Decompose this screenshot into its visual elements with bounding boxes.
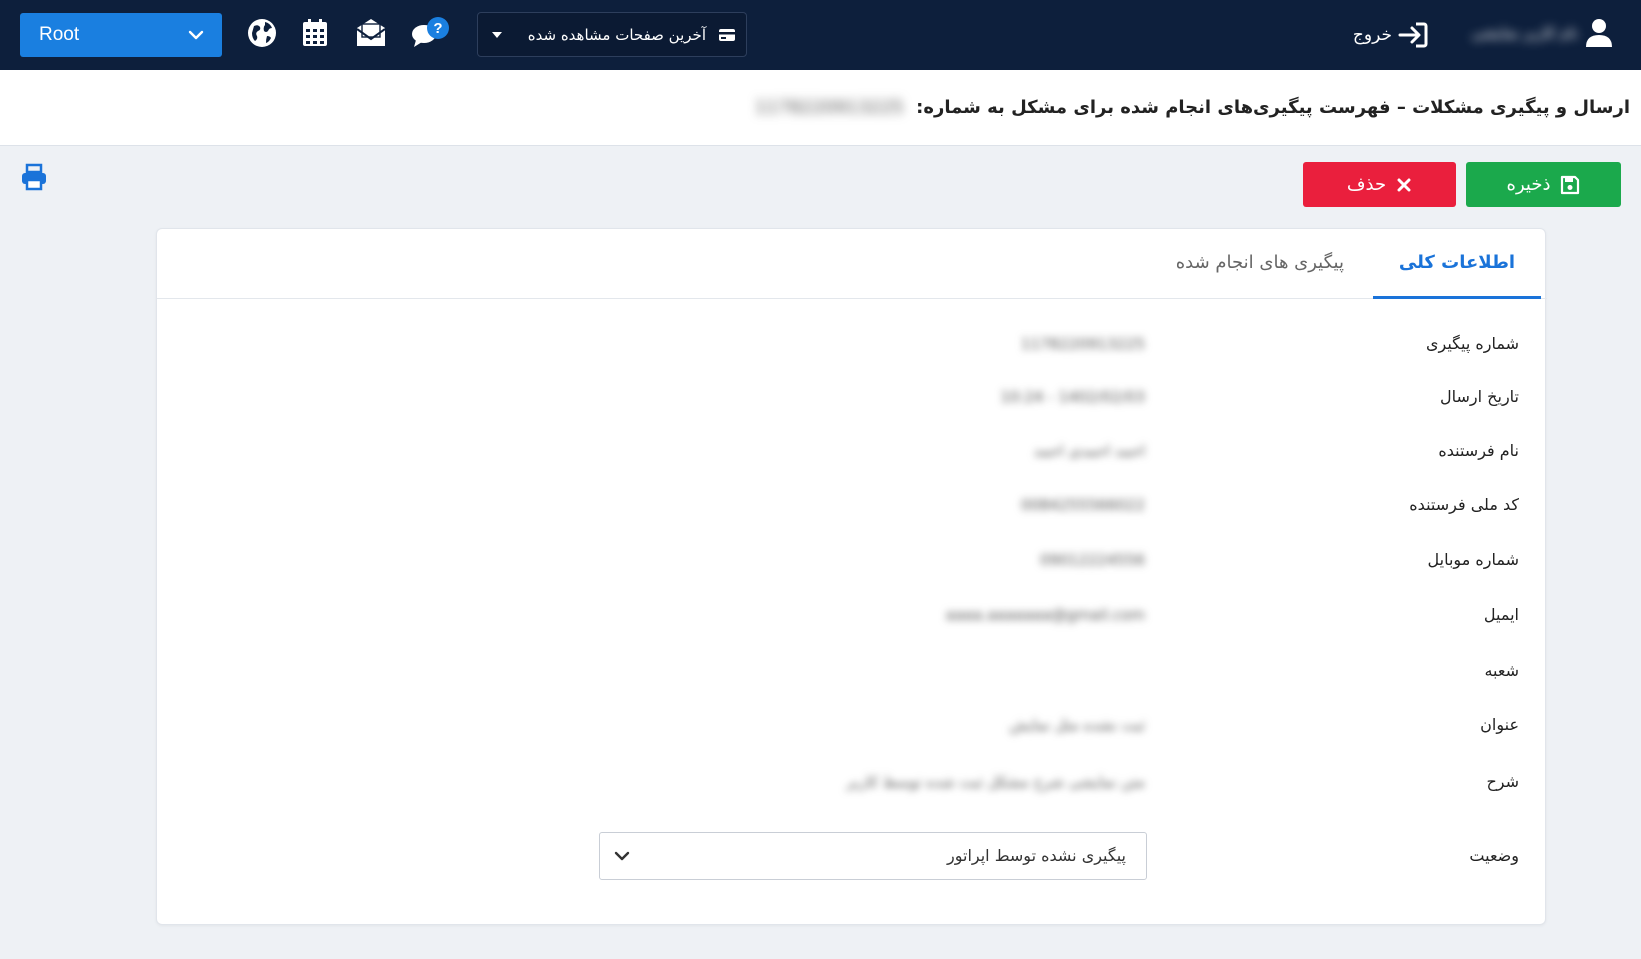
print-icon[interactable] bbox=[20, 163, 48, 191]
field-value: احمد احمدی احمد bbox=[1033, 442, 1145, 460]
field-value: متن نمایشی شرح مشکل ثبت شده توسط کاربر bbox=[846, 773, 1145, 791]
field-row-send-date: تاریخ ارسال 1402/02/03 - 10:24 bbox=[155, 377, 1545, 417]
username: نام کاربر نمایشی bbox=[1471, 24, 1578, 42]
field-row-subject: عنوان ثبت نشده مثل نمایش bbox=[155, 705, 1545, 745]
svg-text:?: ? bbox=[433, 20, 442, 37]
globe-icon[interactable] bbox=[245, 16, 279, 50]
top-navbar: Root ? آخرین صفحات مشاهده شده خروج نام ک… bbox=[0, 0, 1641, 70]
field-label: نام فرستنده bbox=[1438, 441, 1519, 460]
field-row-national-code: کد ملی فرستنده 0084255566022 bbox=[155, 485, 1545, 525]
user-icon[interactable] bbox=[1583, 17, 1615, 49]
field-label: تاریخ ارسال bbox=[1440, 387, 1519, 406]
save-button[interactable]: ذخیره bbox=[1466, 162, 1621, 207]
field-label: ایمیل bbox=[1483, 605, 1519, 624]
status-select[interactable]: پیگیری نشده توسط اپراتور bbox=[599, 832, 1147, 880]
recent-pages-label: آخرین صفحات مشاهده شده bbox=[527, 26, 706, 44]
card-icon bbox=[719, 29, 735, 41]
details-card: اطلاعات کلی پیگیری های انجام شده شماره پ… bbox=[155, 228, 1547, 925]
logout-button[interactable]: خروج bbox=[1348, 18, 1428, 52]
field-label: شعبه bbox=[1484, 661, 1519, 680]
field-label: شماره پیگیری bbox=[1425, 334, 1519, 353]
field-label: شرح bbox=[1486, 772, 1519, 791]
root-dropdown[interactable]: Root bbox=[20, 13, 222, 57]
close-icon bbox=[1397, 178, 1411, 192]
page-title-text: ارسال و پیگیری مشکلات – فهرست پیگیری‌های… bbox=[916, 97, 1630, 118]
field-row-sender-name: نام فرستنده احمد احمدی احمد bbox=[155, 431, 1545, 471]
delete-label: حذف bbox=[1346, 174, 1387, 195]
mail-icon[interactable] bbox=[354, 16, 388, 50]
logout-icon bbox=[1398, 22, 1428, 48]
field-label: عنوان bbox=[1480, 715, 1519, 734]
field-value: 09012224556 bbox=[1040, 551, 1145, 569]
root-dropdown-label: Root bbox=[39, 24, 80, 45]
delete-button[interactable]: حذف bbox=[1303, 162, 1456, 207]
field-row-email: ایمیل aaaa.aaaaaaa@gmail.com bbox=[155, 595, 1545, 635]
save-icon bbox=[1561, 175, 1580, 195]
field-row-mobile: شماره موبایل 09012224556 bbox=[155, 540, 1545, 580]
save-label: ذخیره bbox=[1506, 174, 1551, 195]
field-row-tracking-number: شماره پیگیری 1178220913225 bbox=[155, 324, 1545, 364]
field-value: aaaa.aaaaaaa@gmail.com bbox=[945, 606, 1145, 624]
status-selected-value: پیگیری نشده توسط اپراتور bbox=[947, 846, 1126, 865]
page-title: ارسال و پیگیری مشکلات – فهرست پیگیری‌های… bbox=[755, 70, 1630, 146]
field-row-description: شرح متن نمایشی شرح مشکل ثبت شده توسط کار… bbox=[155, 762, 1545, 802]
chevron-down-icon bbox=[188, 30, 204, 40]
field-value: 1402/02/03 - 10:24 bbox=[1000, 388, 1145, 406]
logout-label: خروج bbox=[1352, 25, 1392, 45]
field-row-branch: شعبه bbox=[155, 651, 1545, 691]
field-value: 1178220913225 bbox=[1020, 335, 1145, 353]
recent-pages-dropdown[interactable]: آخرین صفحات مشاهده شده bbox=[477, 12, 747, 57]
help-chat-icon[interactable]: ? bbox=[410, 16, 452, 50]
tab-general-info[interactable]: اطلاعات کلی bbox=[1373, 229, 1541, 299]
tab-bar: اطلاعات کلی پیگیری های انجام شده bbox=[157, 229, 1547, 299]
chevron-down-icon bbox=[614, 851, 630, 861]
issue-number: 1178220913225 bbox=[754, 97, 904, 118]
field-value: ثبت نشده مثل نمایش bbox=[1009, 716, 1145, 734]
field-label: کد ملی فرستنده bbox=[1409, 495, 1519, 514]
field-value: 0084255566022 bbox=[1020, 496, 1145, 514]
tab-followups[interactable]: پیگیری های انجام شده bbox=[1176, 229, 1344, 299]
caret-down-icon bbox=[492, 32, 502, 38]
calendar-icon[interactable] bbox=[298, 16, 332, 50]
field-label: وضعیت bbox=[1469, 846, 1519, 865]
title-bar: ارسال و پیگیری مشکلات – فهرست پیگیری‌های… bbox=[0, 70, 1641, 146]
field-label: شماره موبایل bbox=[1427, 550, 1519, 569]
